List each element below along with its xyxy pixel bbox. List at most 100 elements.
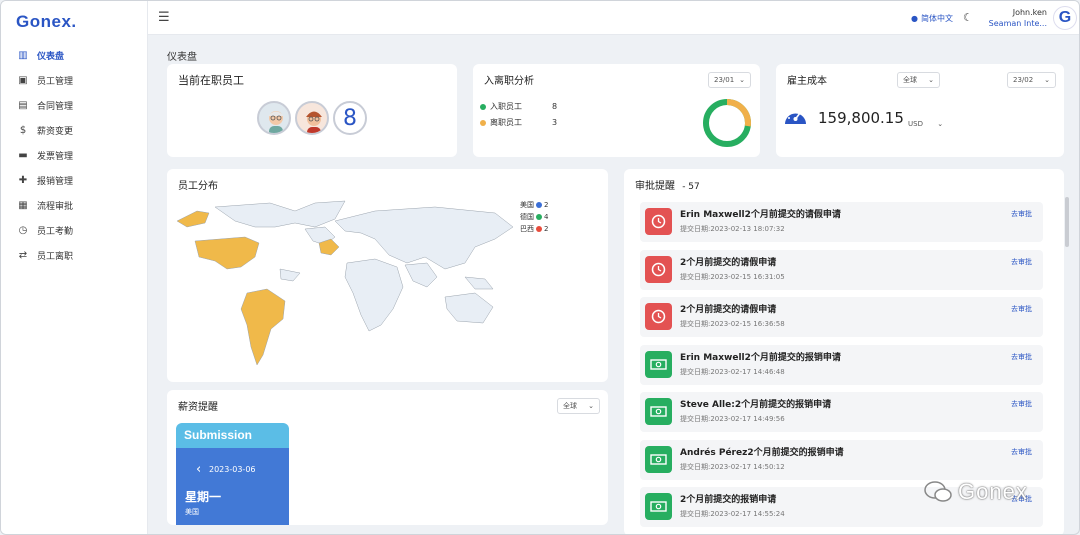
entry-exit-title: 入离职分析 [484,76,534,87]
distribution-title: 员工分布 [178,181,218,192]
sidebar-item-2[interactable]: ▤ 合同管理 [1,93,148,118]
language-switcher[interactable]: ● 简体中文 [911,13,953,24]
entry-exit-month-value: 23/01 [714,76,735,84]
go-approve-link[interactable]: 去审批 [1011,399,1032,409]
approval-item-date: 提交日期:2023-02-15 16:31:05 [680,272,785,281]
go-approve-link[interactable]: 去审批 [1011,257,1032,267]
world-map[interactable] [175,197,520,377]
sidebar-item-7[interactable]: ◷ 员工考勤 [1,218,148,243]
approval-item[interactable]: Erin Maxwell2个月前提交的报销申请 提交日期:2023-02-17 1… [640,344,1043,385]
bar-chart-icon: ▥ [18,50,28,61]
cost-region-select[interactable]: 全球 ⌄ [897,72,940,88]
chevron-left-icon[interactable]: ‹ [196,462,201,477]
approval-item-title: 2个月前提交的请假申请 [680,257,777,268]
employee-avatar-2[interactable] [295,101,329,135]
globe-icon: ● [911,14,918,23]
sidebar-item-4[interactable]: ▬ 发票管理 [1,143,148,168]
approval-item[interactable]: 2个月前提交的请假申请 提交日期:2023-02-15 16:36:58 去审批 [640,297,1043,337]
approval-item[interactable]: Steve Alle:2个月前提交的报销申请 提交日期:2023-02-17 14… [640,392,1043,432]
user-name[interactable]: John.ken [1013,8,1047,17]
approval-title: 审批提醒 - 57 [635,177,700,192]
approval-item[interactable]: 2个月前提交的请假申请 提交日期:2023-02-15 16:31:05 去审批 [640,249,1043,290]
chevron-down-icon: ⌄ [1044,76,1050,84]
app-window: Gonex. ▥ 仪表盘 ▣ 员工管理 ▤ 合同管理 $ 薪资变更 ▬ 发票管理 ✚ 报销管理 ▦ 流程审… [0,0,1080,535]
salary-calendar-widget[interactable]: Submission ‹ 2023-03-06 星期一 美国 [176,423,289,525]
salary-region-value: 全球 [563,402,577,410]
leave-clock-icon [645,208,672,235]
approval-item-title: Erin Maxwell2个月前提交的请假申请 [680,210,841,220]
map-brazil [240,288,286,366]
currency-select[interactable]: USD ⌄ [908,120,943,128]
sidebar-nav: ▥ 仪表盘 ▣ 员工管理 ▤ 合同管理 $ 薪资变更 ▬ 发票管理 ✚ 报销管理 ▦ 流程审批 ◷ 员工考勤 ⇄… [1,43,148,268]
staff-count-badge: 8 [333,101,367,135]
expense-money-icon [645,445,672,473]
currency-value: USD [908,120,923,128]
approval-item-date: 提交日期:2023-02-17 14:55:24 [680,510,785,518]
page-title: 仪表盘 [167,52,197,63]
speedometer-icon [785,110,806,124]
salary-weekday: 星期一 [185,490,222,504]
submission-banner: Submission [176,423,289,448]
employee-avatar-1[interactable] [257,101,291,135]
approval-item[interactable]: Andrés Pérez2个月前提交的报销申请 提交日期:2023-02-17 1… [640,439,1043,480]
exit-value: 3 [552,118,558,127]
hamburger-menu-icon[interactable]: ☰ [158,10,170,25]
salary-region-select[interactable]: 全球 ⌄ [557,398,600,414]
map-usa [194,236,260,270]
go-approve-link[interactable]: 去审批 [1011,352,1032,362]
employer-cost-card: 雇主成本 全球 ⌄ 23/02 ⌄ 159,800.15 USD ⌄ [776,64,1064,157]
chevron-down-icon: ⌄ [937,120,944,128]
legend-entry: 德国 4 [520,211,548,223]
leave-clock-icon [645,255,672,283]
leave-clock-icon [645,303,672,330]
watermark: Gonex [923,479,1028,505]
sidebar-item-5[interactable]: ✚ 报销管理 [1,168,148,193]
sidebar-item-label: 报销管理 [37,177,74,187]
entry-row: 入职员工 8 [480,101,557,112]
entry-exit-month-select[interactable]: 23/01 ⌄ [708,72,751,88]
language-label: 简体中文 [920,14,953,23]
sidebar-item-3[interactable]: $ 薪资变更 [1,118,148,143]
approval-item-date: 提交日期:2023-02-17 14:46:48 [680,367,785,376]
legend-value: 4 [544,213,549,221]
sidebar-item-6[interactable]: ▦ 流程审批 [1,193,148,218]
salary-date: 2023-03-06 [209,465,256,474]
map-australia [444,292,494,324]
sidebar: Gonex. ▥ 仪表盘 ▣ 员工管理 ▤ 合同管理 $ 薪资变更 ▬ 发票管理 ✚ 报销管理 ▦ 流程审… [1,1,148,534]
approval-item-date: 提交日期:2023-02-17 14:50:12 [680,462,785,471]
go-approve-link[interactable]: 去审批 [1011,209,1032,219]
exit-dot [480,119,486,126]
dark-mode-toggle-icon[interactable]: ☾ [963,11,973,24]
approval-item-date: 提交日期:2023-02-15 16:36:58 [680,320,785,328]
sidebar-item-8[interactable]: ⇄ 员工离职 [1,243,148,268]
sidebar-item-0[interactable]: ▥ 仪表盘 [1,43,148,68]
expense-money-icon [645,350,672,378]
sidebar-item-label: 薪资变更 [37,127,74,137]
salary-reminder-card: 薪资提醒 全球 ⌄ Submission ‹ 2023-03-06 星期一 美国 [167,390,608,525]
sidebar-item-label: 员工管理 [37,77,74,87]
sidebar-item-label: 合同管理 [37,102,74,112]
pin-icon: ✚ [18,175,28,186]
sidebar-item-label: 仪表盘 [37,52,65,62]
sidebar-item-label: 员工考勤 [37,227,74,237]
employee-distribution-card: 员工分布 美国 2 德国 4 巴西 2 [167,169,608,382]
legend-entry: 美国 2 [520,199,548,211]
cost-date-value: 23/02 [1013,76,1034,84]
dollar-icon: $ [19,125,27,136]
clock-icon: ◷ [18,225,28,236]
user-organization[interactable]: Seaman Inte... [989,19,1047,28]
cost-date-select[interactable]: 23/02 ⌄ [1007,72,1056,88]
entry-value: 8 [552,102,558,111]
id-card-icon: ▦ [18,200,28,211]
approval-item[interactable]: Erin Maxwell2个月前提交的请假申请 提交日期:2023-02-13 1… [640,202,1043,242]
go-approve-link[interactable]: 去审批 [1011,447,1032,457]
go-approve-link[interactable]: 去审批 [1011,304,1032,314]
calendar-body: ‹ 2023-03-06 星期一 美国 [176,448,289,525]
scrollbar[interactable] [1065,197,1069,247]
sidebar-item-1[interactable]: ▣ 员工管理 [1,68,148,93]
approval-item-date: 提交日期:2023-02-13 18:07:32 [680,225,785,233]
user-avatar[interactable]: G [1053,6,1077,30]
map-eurasia [334,206,514,270]
entry-dot [480,103,486,110]
app-logo[interactable]: Gonex. [16,12,77,32]
